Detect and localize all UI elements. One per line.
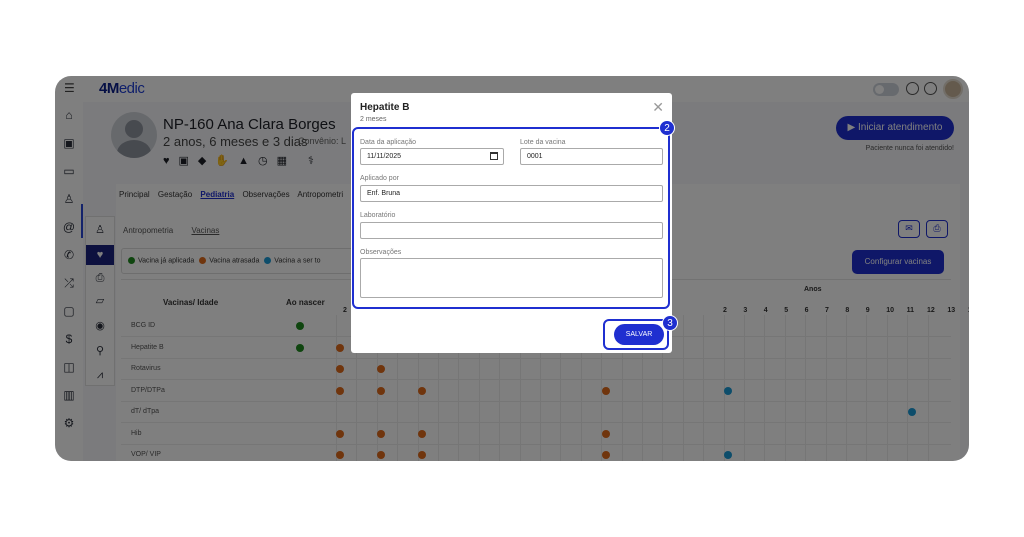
lab-label: Laboratório (360, 212, 396, 219)
save-button[interactable]: SALVAR (614, 324, 664, 345)
laboratory-field[interactable] (360, 222, 663, 239)
applied-by-label: Aplicado por (360, 175, 399, 182)
step-badge-3: 3 (662, 315, 678, 331)
dialog-title: Hepatite B (360, 102, 410, 113)
applied-by-field[interactable]: Enf. Bruna (360, 185, 663, 202)
dialog-subtitle: 2 meses (360, 116, 387, 123)
date-value: 11/11/2025 (367, 153, 401, 160)
vaccine-lot-field[interactable]: 0001 (520, 148, 663, 165)
notes-label: Observações (360, 249, 402, 256)
app-frame: ☰ 4Medic ⌂ ▣ ▭ ♙ @ ✆ ⤮ ▢ $ ◫ ▥ ⚙ NP-160 … (55, 76, 969, 461)
close-icon[interactable]: ✕ (652, 100, 664, 114)
calendar-picker-icon[interactable] (490, 152, 498, 160)
notes-field[interactable] (360, 258, 663, 298)
application-date-field[interactable]: 11/11/2025 (360, 148, 504, 165)
step-badge-2: 2 (659, 120, 675, 136)
date-label: Data da aplicação (360, 139, 417, 146)
vaccine-dialog: Hepatite B 2 meses ✕ 2 Data da aplicação… (351, 93, 678, 353)
lot-label: Lote da vacina (520, 139, 566, 146)
